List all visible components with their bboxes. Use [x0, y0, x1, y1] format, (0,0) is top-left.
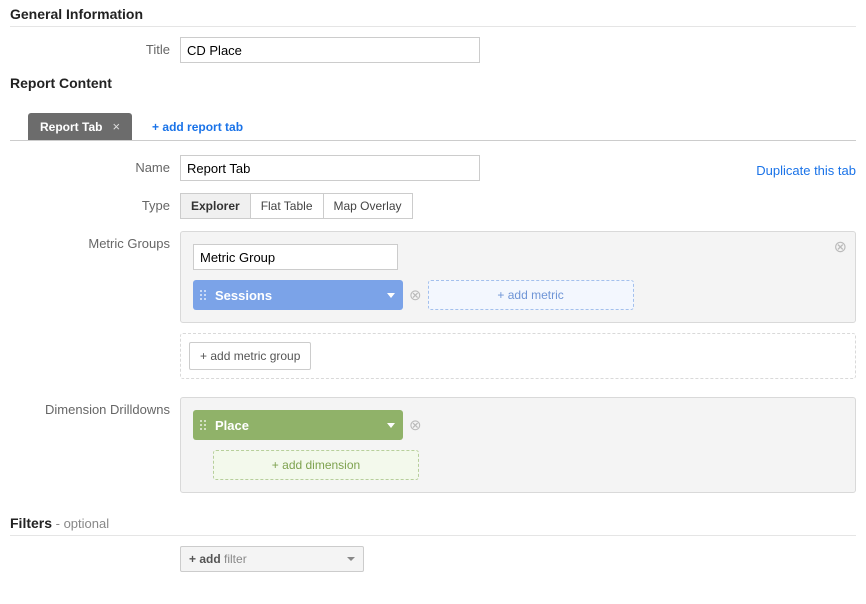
filters-optional-text: - optional: [52, 516, 109, 531]
add-filter-prefix: + add: [189, 552, 224, 566]
remove-metric-group-icon[interactable]: ⊗: [834, 240, 847, 256]
section-heading-report-content: Report Content: [10, 75, 856, 95]
row-filters: + add filter: [10, 546, 856, 572]
add-report-tab-link[interactable]: + add report tab: [152, 120, 243, 134]
report-tab-chip-label: Report Tab: [40, 120, 102, 134]
add-metric-group-button[interactable]: + add metric group: [189, 342, 311, 370]
report-tab-name-input[interactable]: [180, 155, 480, 181]
type-option-explorer[interactable]: Explorer: [180, 193, 251, 219]
section-heading-general-info: General Information: [10, 6, 856, 27]
report-tab-strip: Report Tab × + add report tab: [10, 113, 856, 141]
metric-chip-label: Sessions: [215, 288, 272, 303]
drag-handle-icon[interactable]: [199, 419, 207, 431]
filters-heading-text: Filters: [10, 515, 52, 531]
report-tab-chip[interactable]: Report Tab ×: [28, 113, 132, 140]
row-dimension-drilldowns: Dimension Drilldowns Place ⊗ + add dimen…: [10, 397, 856, 493]
metric-group-panel: ⊗ Sessions ⊗ + add metric: [180, 231, 856, 323]
row-title: Title: [10, 37, 856, 63]
row-name: Name Duplicate this tab: [10, 155, 856, 181]
dimension-chip-label: Place: [215, 418, 249, 433]
duplicate-tab-link[interactable]: Duplicate this tab: [756, 158, 856, 178]
type-segmented-control: Explorer Flat Table Map Overlay: [180, 193, 413, 219]
close-tab-icon[interactable]: ×: [112, 119, 120, 134]
metric-group-name-input[interactable]: [193, 244, 398, 270]
add-metric-button[interactable]: + add metric: [428, 280, 634, 310]
type-option-map-overlay[interactable]: Map Overlay: [324, 193, 413, 219]
label-name: Name: [10, 155, 180, 175]
add-filter-dropdown[interactable]: + add filter: [180, 546, 364, 572]
label-filters-empty: [10, 546, 180, 551]
dimension-panel: Place ⊗ + add dimension: [180, 397, 856, 493]
type-option-flat-table[interactable]: Flat Table: [251, 193, 324, 219]
title-input[interactable]: [180, 37, 480, 63]
remove-dimension-icon[interactable]: ⊗: [409, 418, 422, 433]
add-metric-group-panel: + add metric group: [180, 333, 856, 379]
section-heading-filters: Filters - optional: [10, 515, 856, 536]
metric-chip-sessions[interactable]: Sessions: [193, 280, 403, 310]
row-metric-groups: Metric Groups ⊗ Sessions ⊗ + add metric …: [10, 231, 856, 379]
row-type: Type Explorer Flat Table Map Overlay: [10, 193, 856, 219]
remove-metric-icon[interactable]: ⊗: [409, 288, 422, 303]
chevron-down-icon: [387, 423, 395, 428]
add-filter-word: filter: [224, 552, 247, 566]
chevron-down-icon: [347, 557, 355, 561]
label-dimension-drilldowns: Dimension Drilldowns: [10, 397, 180, 417]
drag-handle-icon[interactable]: [199, 289, 207, 301]
label-metric-groups: Metric Groups: [10, 231, 180, 251]
dimension-chip-place[interactable]: Place: [193, 410, 403, 440]
chevron-down-icon: [387, 293, 395, 298]
label-title: Title: [10, 37, 180, 57]
add-dimension-button[interactable]: + add dimension: [213, 450, 419, 480]
label-type: Type: [10, 193, 180, 213]
